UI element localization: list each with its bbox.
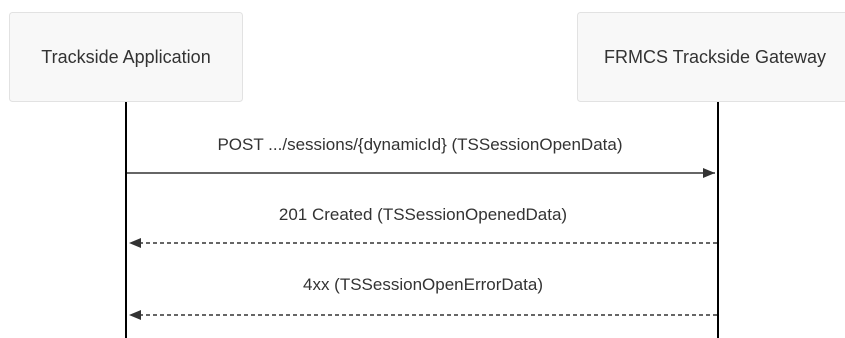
message-label: 201 Created (TSSessionOpenedData) — [279, 205, 567, 224]
message-label: POST .../sessions/{dynamicId} (TSSession… — [217, 135, 622, 154]
actor-label: Trackside Application — [41, 47, 210, 67]
actor-frmcs-trackside-gateway: FRMCS Trackside Gateway — [577, 12, 845, 102]
actor-trackside-application: Trackside Application — [9, 12, 243, 102]
sequence-diagram: Trackside Application FRMCS Trackside Ga… — [9, 12, 845, 338]
message-post-session-open: POST .../sessions/{dynamicId} (TSSession… — [127, 135, 715, 178]
message-label: 4xx (TSSessionOpenErrorData) — [303, 275, 543, 294]
message-4xx-error: 4xx (TSSessionOpenErrorData) — [129, 275, 717, 320]
actor-label: FRMCS Trackside Gateway — [604, 47, 826, 67]
message-201-created: 201 Created (TSSessionOpenedData) — [129, 205, 717, 248]
